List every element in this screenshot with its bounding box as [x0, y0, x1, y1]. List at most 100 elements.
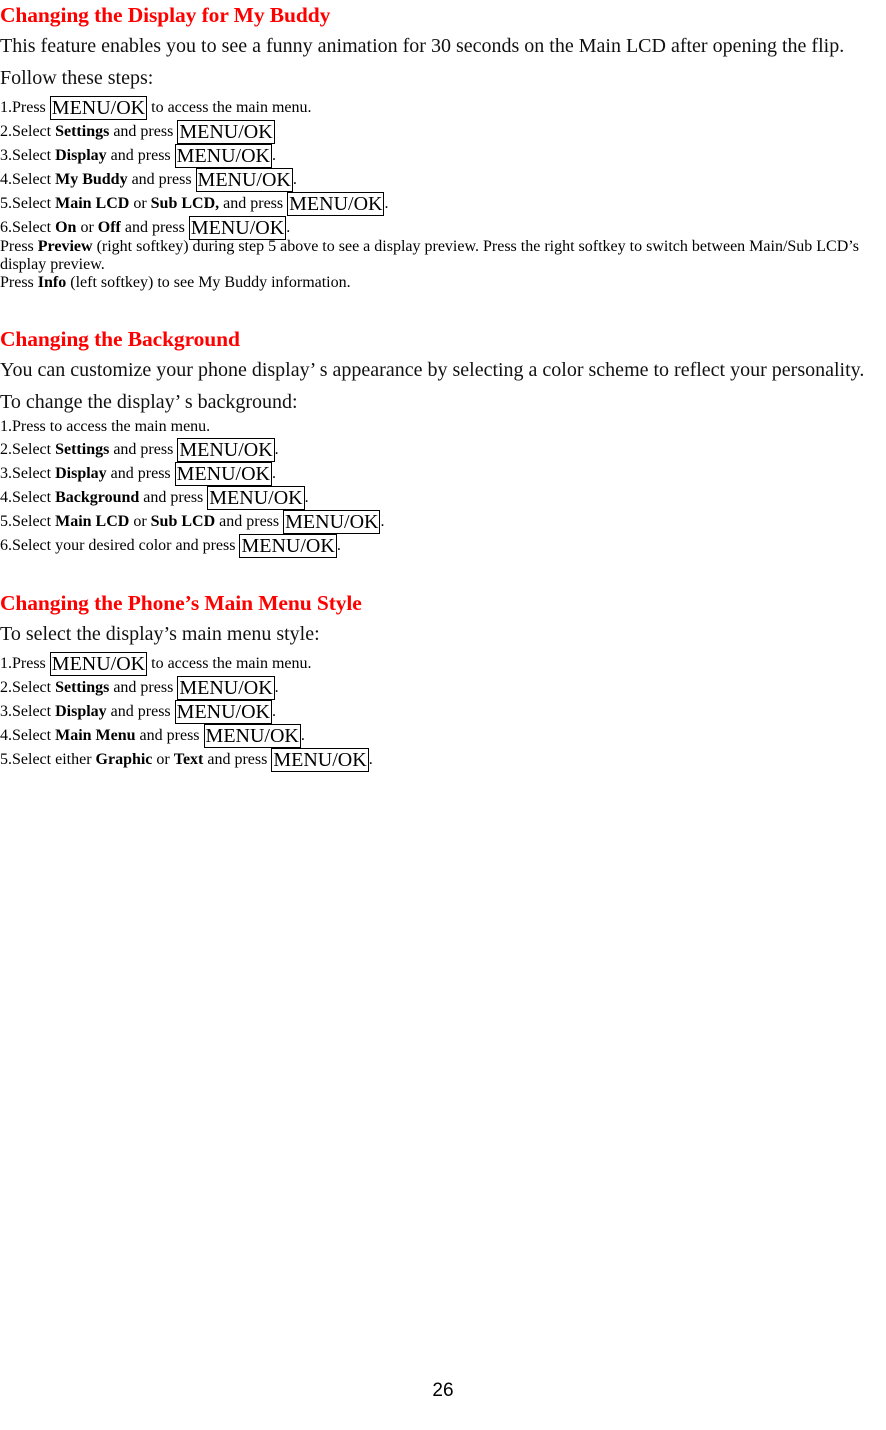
body-text-run: to access the main menu. — [147, 99, 312, 116]
body-text-run: Press to access the main menu. — [12, 418, 211, 435]
menu-ok-key-label: MENU/OK — [207, 486, 305, 510]
body-text-run: . — [336, 537, 341, 554]
emphasized-term: Display — [55, 465, 107, 482]
body-text-run: (right softkey) during step 5 above to s… — [0, 238, 859, 273]
body-text-run: . — [274, 679, 279, 696]
list-item: 5.Select either Graphic or Text and pres… — [0, 746, 886, 772]
body-text-run: Press — [12, 655, 50, 672]
step-number: 1. — [0, 655, 12, 672]
body-text-run: Select — [12, 195, 56, 212]
menu-ok-key-label: MENU/OK — [203, 724, 301, 748]
section-heading: Changing the Phone’s Main Menu Style — [0, 591, 362, 615]
body-text-run: Select — [12, 513, 56, 530]
body-text-run: Press — [0, 274, 38, 291]
body-text-run: Select your desired color and press — [12, 537, 240, 554]
body-text-run: . — [272, 465, 276, 482]
emphasized-term: Main LCD — [55, 195, 130, 212]
page-number: 26 — [432, 1380, 454, 1401]
step-number: 5. — [0, 195, 12, 212]
step-number: 1. — [0, 99, 12, 116]
menu-ok-key-label: MENU/OK — [49, 652, 148, 676]
body-text-run: and press — [109, 441, 178, 458]
body-text-run: Select — [12, 123, 56, 140]
emphasized-term: Main Menu — [55, 727, 136, 744]
body-text-run: and press — [120, 219, 189, 236]
step-number: 2. — [0, 123, 12, 140]
document-page: Changing the Display for My Buddy This fe… — [0, 0, 886, 1430]
emphasized-term: My Buddy — [55, 171, 128, 188]
step-number: 1. — [0, 418, 12, 435]
menu-ok-key-label: MENU/OK — [283, 510, 381, 534]
body-text-run: . — [300, 727, 305, 744]
list-item: 4.Select My Buddy and press MENU/OK. — [0, 166, 886, 192]
step-number: 4. — [0, 727, 12, 744]
menu-ok-key-label: MENU/OK — [177, 120, 275, 144]
step-number: 5. — [0, 513, 12, 530]
list-item: 1.Press MENU/OK to access the main menu. — [0, 650, 886, 676]
body-text-run: and press — [203, 751, 272, 768]
emphasized-term: Info — [37, 274, 67, 291]
body-text-run: and press — [139, 489, 208, 506]
list-item: 4.Select Main Menu and press MENU/OK. — [0, 722, 886, 748]
body-text-run: Select — [12, 727, 56, 744]
body-text-run: and press — [106, 147, 175, 164]
body-text-run: . — [272, 147, 276, 164]
emphasized-term: Text — [173, 751, 204, 768]
step-number: 4. — [0, 489, 12, 506]
step-number: 2. — [0, 679, 12, 696]
body-text-run: Select — [12, 171, 56, 188]
list-item: 1.Press to access the main menu. — [0, 418, 886, 436]
emphasized-term: Sub LCD, — [150, 195, 220, 212]
body-text-run: Select either — [12, 751, 96, 768]
list-item: 4.Select Background and press MENU/OK. — [0, 484, 886, 510]
list-item: 1.Press MENU/OK to access the main menu. — [0, 94, 886, 120]
body-text-run: Select — [12, 441, 56, 458]
list-item: 2.Select Settings and press MENU/OK. — [0, 674, 886, 700]
body-text-run: or — [129, 513, 151, 530]
numbered-step-list: 1.Press MENU/OK to access the main menu.… — [0, 650, 886, 772]
step-number: 5. — [0, 751, 12, 768]
emphasized-term: Settings — [55, 679, 110, 696]
menu-ok-key-label: MENU/OK — [49, 96, 148, 120]
section-heading: Changing the Background — [0, 327, 240, 351]
body-text-run: . — [380, 513, 385, 530]
body-text-run: . — [274, 441, 279, 458]
list-item: 3.Select Display and press MENU/OK. — [0, 698, 886, 724]
emphasized-term: Preview — [37, 238, 93, 255]
step-number: 2. — [0, 441, 12, 458]
menu-ok-key-label: MENU/OK — [177, 676, 275, 700]
body-text-run: . — [292, 171, 297, 188]
menu-ok-key-label: MENU/OK — [239, 534, 337, 558]
emphasized-term: Background — [55, 489, 140, 506]
section-intro-paragraph: You can customize your phone display’ s … — [0, 359, 865, 381]
menu-ok-key-label: MENU/OK — [271, 748, 369, 772]
list-item: 5.Select Main LCD or Sub LCD and press M… — [0, 508, 886, 534]
emphasized-term: Off — [97, 219, 121, 236]
body-text-run: Select — [12, 465, 56, 482]
emphasized-term: Settings — [55, 441, 110, 458]
step-number: 3. — [0, 703, 12, 720]
body-text-run: . — [272, 703, 276, 720]
body-text-run: . — [384, 195, 389, 212]
body-text-run: and press — [106, 465, 175, 482]
emphasized-term: On — [55, 219, 77, 236]
menu-ok-key-label: MENU/OK — [174, 144, 272, 168]
emphasized-term: Settings — [55, 123, 110, 140]
list-item: 3.Select Display and press MENU/OK. — [0, 460, 886, 486]
body-text-run: and press — [109, 679, 178, 696]
body-text-run: or — [152, 751, 174, 768]
step-number: 6. — [0, 219, 12, 236]
body-text-run: and press — [215, 513, 284, 530]
page-content: Changing the Display for My Buddy This fe… — [0, 0, 886, 772]
step-number: 4. — [0, 171, 12, 188]
list-item: 2.Select Settings and press MENU/OK. — [0, 436, 886, 462]
list-item: 3.Select Display and press MENU/OK. — [0, 142, 886, 168]
body-text-run: Press — [0, 238, 38, 255]
body-text-run: (left softkey) to see My Buddy informati… — [66, 274, 351, 291]
step-number: 3. — [0, 147, 12, 164]
emphasized-term: Display — [55, 147, 107, 164]
body-text-run: to access the main menu. — [147, 655, 312, 672]
emphasized-term: Display — [55, 703, 107, 720]
emphasized-term: Main LCD — [55, 513, 130, 530]
